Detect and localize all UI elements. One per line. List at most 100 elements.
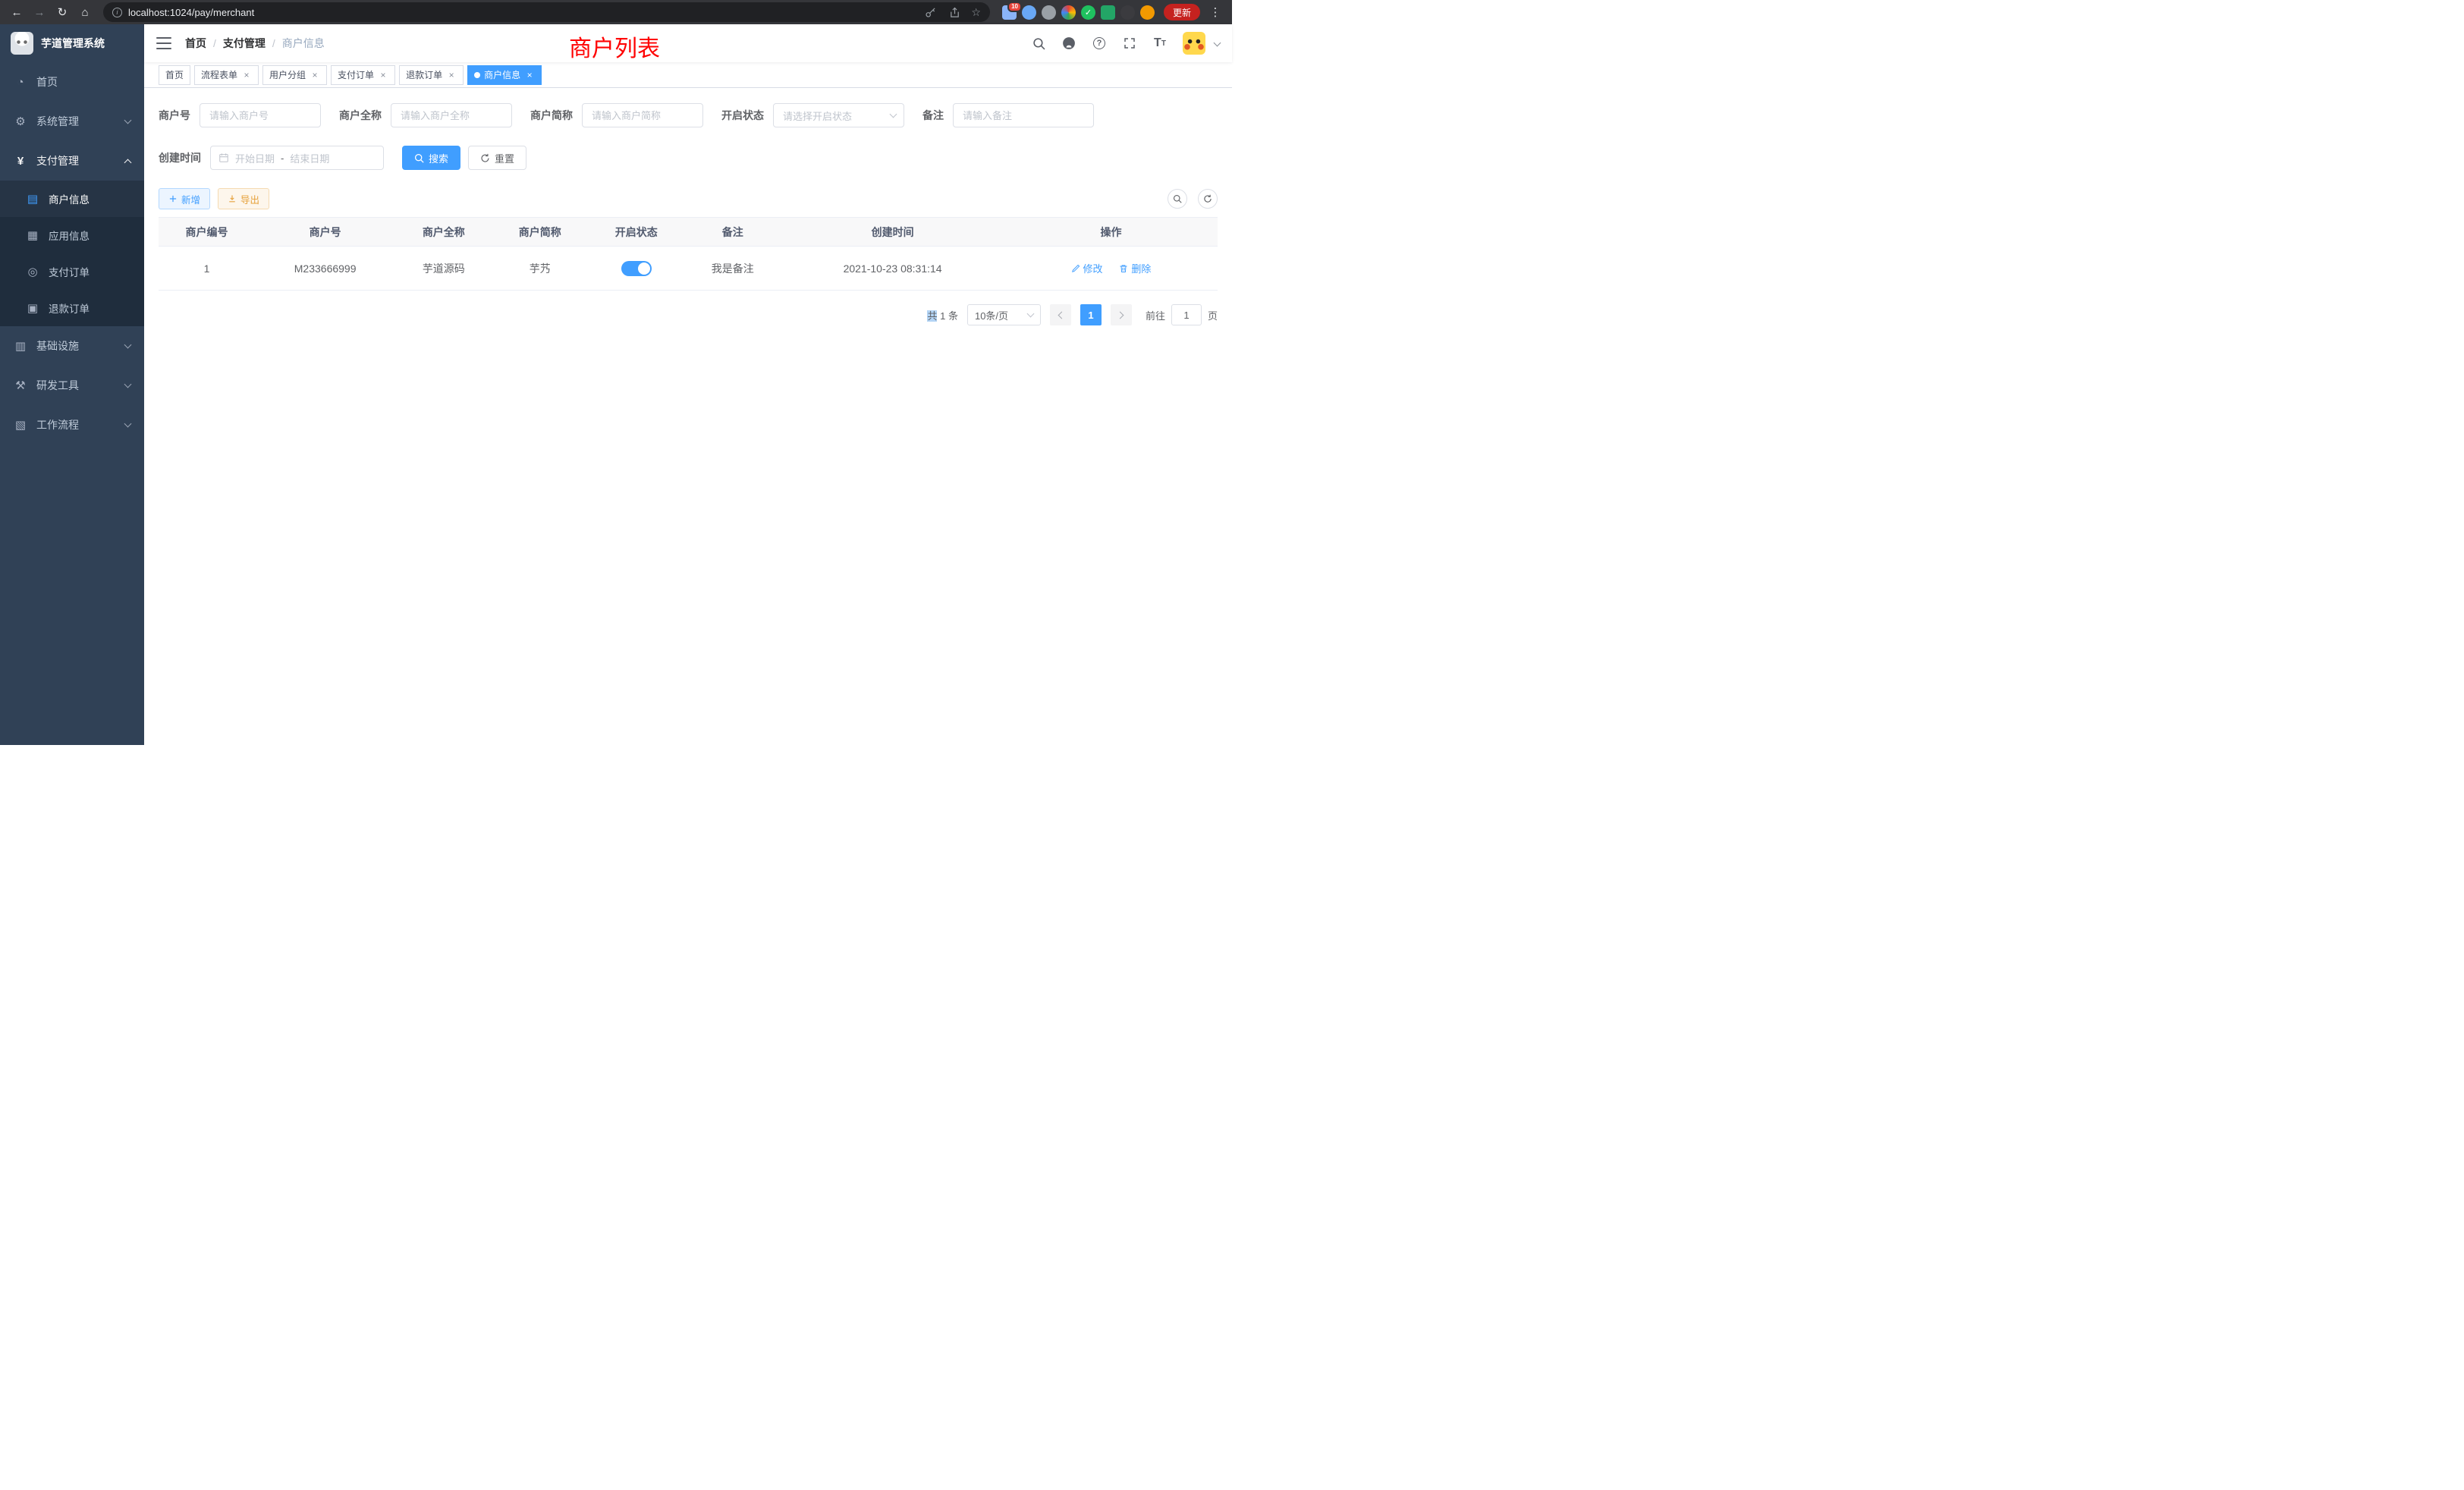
extension-icon[interactable] <box>1120 5 1135 20</box>
col-remark: 备注 <box>684 218 781 247</box>
start-date-placeholder: 开始日期 <box>235 151 275 165</box>
sidebar-item-merchant-info[interactable]: ▤ 商户信息 <box>0 181 144 217</box>
address-bar[interactable]: i localhost:1024/pay/merchant ☆ <box>103 2 990 22</box>
tab-refund-order[interactable]: 退款订单 × <box>399 65 464 85</box>
status-select[interactable]: 请选择开启状态 <box>773 103 904 127</box>
breadcrumb-pay[interactable]: 支付管理 <box>223 36 266 51</box>
dashboard-icon: ◔ <box>14 76 27 89</box>
add-button[interactable]: 新增 <box>159 188 210 209</box>
extension-badge: 10 <box>1007 2 1022 12</box>
trash-icon <box>1119 264 1128 273</box>
close-icon[interactable]: × <box>446 70 457 80</box>
url-text: localhost:1024/pay/merchant <box>128 7 916 18</box>
next-page-button[interactable] <box>1111 304 1132 325</box>
col-status: 开启状态 <box>588 218 684 247</box>
tags-view-bar: 首页 流程表单 × 用户分组 × 支付订单 × 退款订单 × 商户信息 × <box>144 62 1232 88</box>
chevron-down-icon <box>1027 310 1035 318</box>
sidebar-item-refund-order[interactable]: ▣ 退款订单 <box>0 290 144 326</box>
sidebar-item-devtools[interactable]: ⚒ 研发工具 <box>0 366 144 405</box>
home-icon[interactable]: ⌂ <box>74 2 96 23</box>
goto-page: 前往 页 <box>1146 304 1218 325</box>
col-actions: 操作 <box>1004 218 1218 247</box>
goto-page-input[interactable] <box>1171 304 1202 325</box>
extension-icon[interactable] <box>1101 5 1115 20</box>
password-key-icon[interactable] <box>922 5 938 20</box>
search-icon[interactable] <box>1031 36 1046 51</box>
search-button[interactable]: 搜索 <box>402 146 460 170</box>
extension-icon[interactable] <box>1081 5 1095 20</box>
cell-merchant-id: 1 <box>159 247 255 291</box>
page-1-button[interactable]: 1 <box>1080 304 1102 325</box>
tab-user-group[interactable]: 用户分组 × <box>262 65 327 85</box>
breadcrumb-current: 商户信息 <box>282 36 325 51</box>
short-name-label: 商户简称 <box>530 108 573 123</box>
delete-link[interactable]: 删除 <box>1119 261 1151 275</box>
sidebar-item-infra[interactable]: ▥ 基础设施 <box>0 326 144 366</box>
tab-process-form[interactable]: 流程表单 × <box>194 65 259 85</box>
help-icon[interactable]: ? <box>1092 36 1107 51</box>
site-info-icon[interactable]: i <box>112 8 122 17</box>
font-size-icon[interactable]: TT <box>1152 36 1168 51</box>
share-icon[interactable] <box>947 5 962 20</box>
browser-chrome: ← → ↻ ⌂ i localhost:1024/pay/merchant ☆ … <box>0 0 1232 24</box>
merchant-no-input[interactable] <box>200 103 321 127</box>
tab-pay-order[interactable]: 支付订单 × <box>331 65 395 85</box>
total-count: 共 1 条 <box>927 308 958 322</box>
show-search-toggle-icon[interactable] <box>1168 189 1187 209</box>
short-name-input[interactable] <box>582 103 703 127</box>
tab-merchant-info[interactable]: 商户信息 × <box>467 65 542 85</box>
export-button[interactable]: 导出 <box>218 188 269 209</box>
status-toggle[interactable] <box>621 261 652 276</box>
tools-icon: ⚒ <box>14 379 27 392</box>
github-icon[interactable] <box>1061 36 1076 51</box>
search-icon <box>414 153 424 163</box>
close-icon[interactable]: × <box>241 70 252 80</box>
create-time-label: 创建时间 <box>159 150 201 165</box>
reload-icon[interactable]: ↻ <box>52 2 73 23</box>
extension-icon[interactable]: 10 <box>1002 5 1017 20</box>
close-icon[interactable]: × <box>378 70 388 80</box>
sidebar-item-home[interactable]: ◔ 首页 <box>0 62 144 102</box>
cell-short-name: 芋艿 <box>492 247 588 291</box>
sidebar-item-system[interactable]: ⚙ 系统管理 <box>0 102 144 141</box>
back-icon[interactable]: ← <box>6 2 27 23</box>
cell-remark: 我是备注 <box>684 247 781 291</box>
user-avatar[interactable] <box>1183 32 1205 55</box>
avatar-caret-icon[interactable] <box>1214 39 1221 46</box>
fullscreen-icon[interactable] <box>1122 36 1137 51</box>
profile-avatar-icon[interactable] <box>1140 5 1155 20</box>
remark-input[interactable] <box>953 103 1094 127</box>
remark-label: 备注 <box>922 108 944 123</box>
sidebar-toggle-icon[interactable] <box>156 37 171 49</box>
bookmark-star-icon[interactable]: ☆ <box>971 6 981 19</box>
browser-menu-icon[interactable]: ⋮ <box>1205 2 1226 23</box>
close-icon[interactable]: × <box>310 70 320 80</box>
close-icon[interactable]: × <box>524 70 535 80</box>
sidebar-item-workflow[interactable]: ▧ 工作流程 <box>0 405 144 445</box>
document-icon: ▣ <box>26 301 39 315</box>
full-name-input[interactable] <box>391 103 512 127</box>
refresh-table-icon[interactable] <box>1198 189 1218 209</box>
extension-icon[interactable] <box>1042 5 1056 20</box>
breadcrumb-home[interactable]: 首页 <box>185 36 206 51</box>
chevron-up-icon <box>124 159 132 166</box>
top-navbar: 首页 / 支付管理 / 商户信息 商户列表 ? TT <box>144 24 1232 62</box>
chevron-down-icon <box>124 380 132 388</box>
extension-icon[interactable] <box>1061 5 1076 20</box>
end-date-placeholder: 结束日期 <box>290 151 329 165</box>
prev-page-button[interactable] <box>1050 304 1071 325</box>
forward-icon[interactable]: → <box>29 2 50 23</box>
sidebar-item-pay[interactable]: ¥ 支付管理 <box>0 141 144 181</box>
sidebar-item-app-info[interactable]: ▦ 应用信息 <box>0 217 144 253</box>
browser-update-button[interactable]: 更新 <box>1164 4 1200 20</box>
reset-button[interactable]: 重置 <box>468 146 526 170</box>
edit-link[interactable]: 修改 <box>1071 261 1103 275</box>
tab-home[interactable]: 首页 <box>159 65 190 85</box>
extension-icon[interactable] <box>1022 5 1036 20</box>
logo[interactable]: 芋道管理系统 <box>0 24 144 62</box>
create-time-range-picker[interactable]: 开始日期 - 结束日期 <box>210 146 384 170</box>
page-size-select[interactable]: 10条/页 <box>967 304 1041 325</box>
sidebar-item-pay-order[interactable]: ◎ 支付订单 <box>0 253 144 290</box>
gear-icon: ⚙ <box>14 115 27 128</box>
cell-merchant-no: M233666999 <box>255 247 395 291</box>
